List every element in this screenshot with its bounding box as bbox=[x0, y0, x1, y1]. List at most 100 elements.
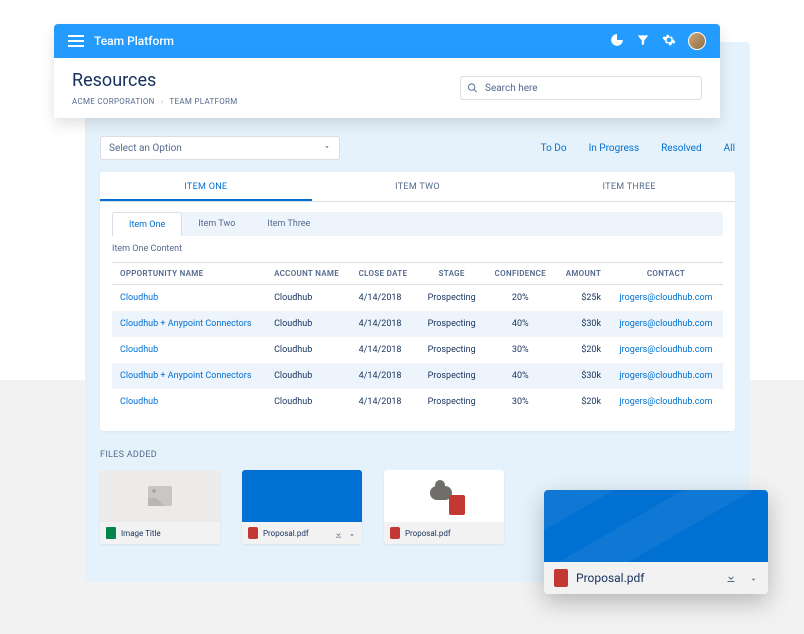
th-close: CLOSE DATE bbox=[351, 263, 419, 285]
primary-tabs: ITEM ONE ITEM TWO ITEM THREE bbox=[100, 172, 735, 202]
image-placeholder-icon bbox=[148, 486, 172, 506]
cell-amount: $30k bbox=[555, 311, 609, 337]
pdf-icon bbox=[248, 527, 258, 539]
cell-close: 4/14/2018 bbox=[351, 389, 419, 415]
contact-link[interactable]: jrogers@cloudhub.com bbox=[609, 389, 723, 415]
file-tile[interactable]: Proposal.pdf bbox=[384, 470, 504, 544]
chevron-right-icon: › bbox=[161, 97, 164, 106]
file-preview-popup: Proposal.pdf bbox=[544, 490, 768, 594]
cell-amount: $20k bbox=[555, 337, 609, 363]
data-card: ITEM ONE ITEM TWO ITEM THREE Item One It… bbox=[100, 172, 735, 431]
filter-in-progress[interactable]: In Progress bbox=[589, 143, 640, 154]
chevron-down-icon[interactable] bbox=[745, 569, 758, 588]
table-row: CloudhubCloudhub4/14/2018Prospecting30%$… bbox=[112, 389, 723, 415]
subtab-item-one[interactable]: Item One bbox=[112, 212, 182, 236]
subtab-item-two[interactable]: Item Two bbox=[182, 212, 251, 236]
cell-stage: Prospecting bbox=[418, 389, 485, 415]
cell-close: 4/14/2018 bbox=[351, 285, 419, 312]
select-option-dropdown[interactable]: Select an Option bbox=[100, 136, 340, 160]
cell-close: 4/14/2018 bbox=[351, 311, 419, 337]
download-icon[interactable] bbox=[334, 524, 343, 543]
search-input[interactable] bbox=[460, 76, 702, 100]
th-stage: STAGE bbox=[418, 263, 485, 285]
contact-link[interactable]: jrogers@cloudhub.com bbox=[609, 337, 723, 363]
cell-amount: $30k bbox=[555, 363, 609, 389]
pdf-icon bbox=[554, 569, 568, 587]
secondary-tabs: Item One Item Two Item Three bbox=[112, 212, 723, 236]
file-tile[interactable]: Proposal.pdf bbox=[242, 470, 362, 544]
gear-icon[interactable] bbox=[662, 32, 676, 51]
download-icon[interactable] bbox=[725, 569, 737, 588]
opportunity-link[interactable]: Cloudhub bbox=[112, 285, 266, 312]
file-name: Image Title bbox=[121, 529, 214, 538]
tab-item-two[interactable]: ITEM TWO bbox=[312, 172, 524, 201]
search-icon bbox=[467, 79, 478, 98]
chart-icon[interactable] bbox=[610, 32, 624, 51]
breadcrumb-org[interactable]: ACME CORPORATION bbox=[72, 97, 155, 106]
cell-confidence: 40% bbox=[485, 311, 555, 337]
content-label: Item One Content bbox=[112, 244, 723, 254]
page-header: Resources ACME CORPORATION › TEAM PLATFO… bbox=[54, 58, 720, 118]
cell-confidence: 40% bbox=[485, 363, 555, 389]
table-row: Cloudhub + Anypoint ConnectorsCloudhub4/… bbox=[112, 363, 723, 389]
file-tile[interactable]: Image Title bbox=[100, 470, 220, 544]
tab-item-three[interactable]: ITEM THREE bbox=[523, 172, 735, 201]
opportunity-table: OPPORTUNITY NAME ACCOUNT NAME CLOSE DATE… bbox=[112, 262, 723, 415]
table-row: CloudhubCloudhub4/14/2018Prospecting30%$… bbox=[112, 337, 723, 363]
contact-link[interactable]: jrogers@cloudhub.com bbox=[609, 363, 723, 389]
chevron-down-icon[interactable] bbox=[348, 524, 356, 543]
cell-close: 4/14/2018 bbox=[351, 337, 419, 363]
th-account: ACCOUNT NAME bbox=[266, 263, 351, 285]
cell-amount: $25k bbox=[555, 285, 609, 312]
opportunity-link[interactable]: Cloudhub + Anypoint Connectors bbox=[112, 363, 266, 389]
cell-close: 4/14/2018 bbox=[351, 363, 419, 389]
files-label: FILES ADDED bbox=[100, 450, 157, 460]
opportunity-link[interactable]: Cloudhub bbox=[112, 337, 266, 363]
file-name: Proposal.pdf bbox=[405, 529, 498, 538]
subtab-item-three[interactable]: Item Three bbox=[251, 212, 326, 236]
pdf-thumbnail bbox=[242, 470, 362, 522]
filter-all[interactable]: All bbox=[724, 143, 735, 154]
cell-confidence: 20% bbox=[485, 285, 555, 312]
opportunity-link[interactable]: Cloudhub + Anypoint Connectors bbox=[112, 311, 266, 337]
filter-resolved[interactable]: Resolved bbox=[661, 143, 701, 154]
document-icon bbox=[106, 527, 116, 539]
breadcrumb: ACME CORPORATION › TEAM PLATFORM bbox=[72, 97, 238, 106]
cell-stage: Prospecting bbox=[418, 311, 485, 337]
cell-stage: Prospecting bbox=[418, 337, 485, 363]
select-placeholder: Select an Option bbox=[109, 143, 182, 154]
th-contact: CONTACT bbox=[609, 263, 723, 285]
contact-link[interactable]: jrogers@cloudhub.com bbox=[609, 311, 723, 337]
filter-todo[interactable]: To Do bbox=[541, 143, 567, 154]
table-row: Cloudhub + Anypoint ConnectorsCloudhub4/… bbox=[112, 311, 723, 337]
pdf-icon bbox=[390, 527, 400, 539]
filter-group: To Do In Progress Resolved All bbox=[541, 143, 735, 154]
th-amount: AMOUNT bbox=[555, 263, 609, 285]
cell-stage: Prospecting bbox=[418, 285, 485, 312]
app-title: Team Platform bbox=[94, 34, 174, 48]
cell-account: Cloudhub bbox=[266, 311, 351, 337]
cell-account: Cloudhub bbox=[266, 363, 351, 389]
th-opportunity: OPPORTUNITY NAME bbox=[112, 263, 266, 285]
cell-account: Cloudhub bbox=[266, 389, 351, 415]
page-title: Resources bbox=[72, 70, 238, 91]
breadcrumb-section[interactable]: TEAM PLATFORM bbox=[169, 97, 237, 106]
avatar[interactable] bbox=[688, 32, 706, 50]
pdf-icon bbox=[449, 495, 465, 515]
filter-icon[interactable] bbox=[636, 32, 650, 51]
pdf-thumbnail bbox=[384, 470, 504, 522]
contact-link[interactable]: jrogers@cloudhub.com bbox=[609, 285, 723, 312]
th-confidence: CONFIDENCE bbox=[485, 263, 555, 285]
cell-stage: Prospecting bbox=[418, 363, 485, 389]
app-header: Team Platform bbox=[54, 24, 720, 58]
pdf-thumbnail bbox=[544, 490, 768, 562]
tab-item-one[interactable]: ITEM ONE bbox=[100, 172, 312, 201]
opportunity-link[interactable]: Cloudhub bbox=[112, 389, 266, 415]
cell-account: Cloudhub bbox=[266, 285, 351, 312]
table-row: CloudhubCloudhub4/14/2018Prospecting20%$… bbox=[112, 285, 723, 312]
chevron-down-icon bbox=[323, 143, 331, 154]
cell-account: Cloudhub bbox=[266, 337, 351, 363]
cell-confidence: 30% bbox=[485, 389, 555, 415]
menu-icon[interactable] bbox=[68, 35, 84, 47]
cell-confidence: 30% bbox=[485, 337, 555, 363]
